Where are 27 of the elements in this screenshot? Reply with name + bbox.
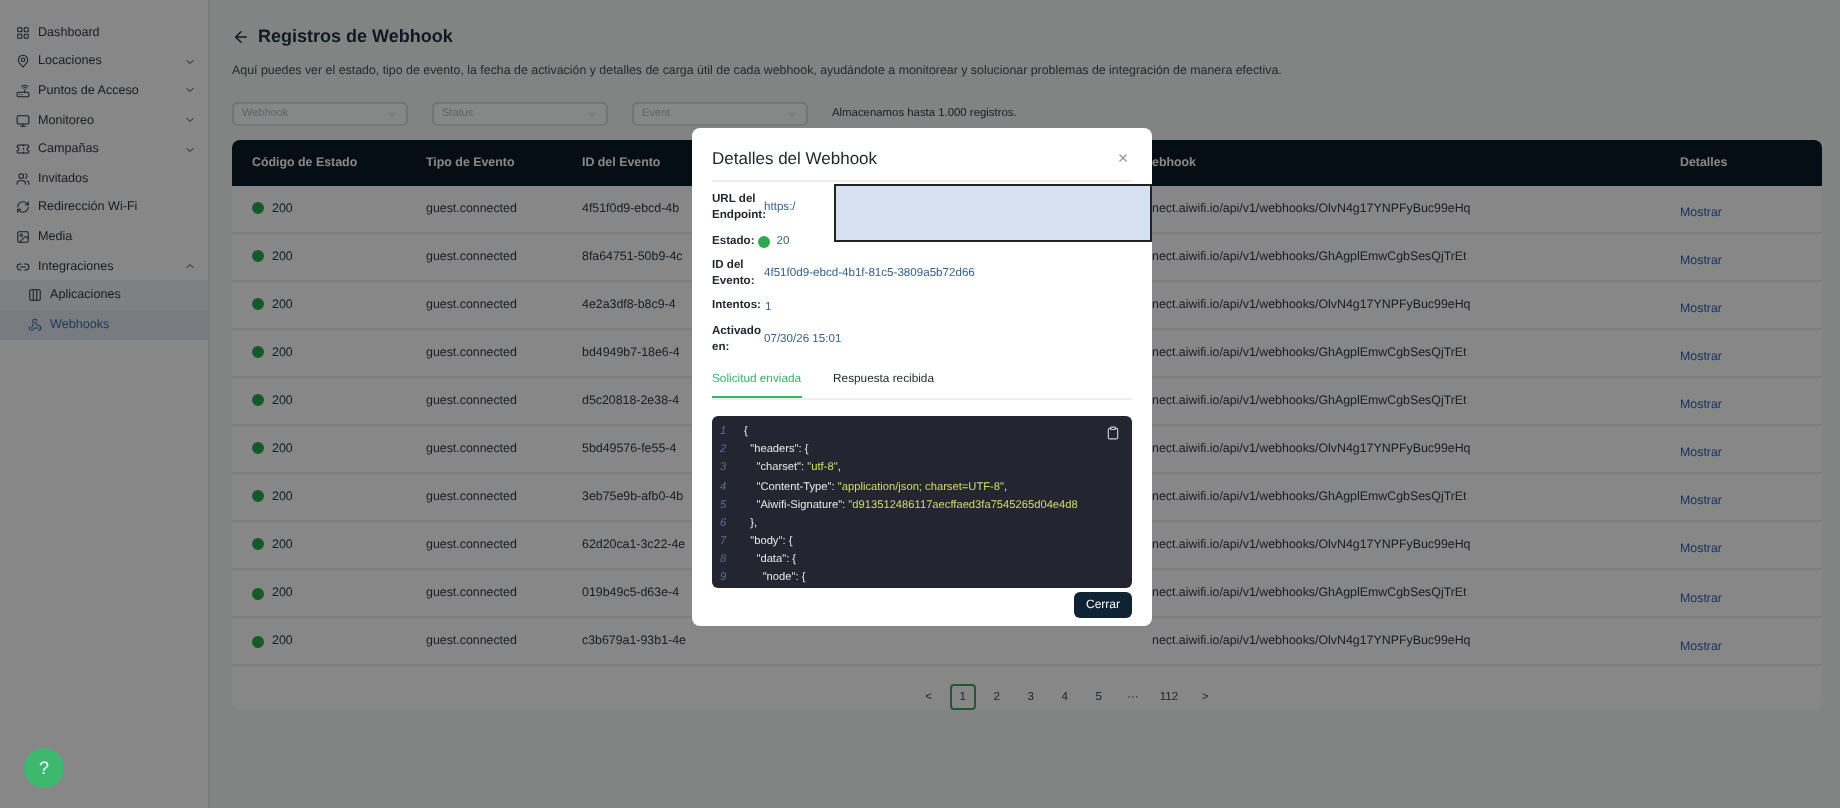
close-button[interactable]: × bbox=[1114, 149, 1132, 167]
modal-title: Detalles del Webhook bbox=[712, 148, 878, 168]
status-dot bbox=[252, 635, 264, 648]
status-dot bbox=[252, 250, 264, 263]
link-icon bbox=[16, 259, 30, 274]
monitor-icon bbox=[16, 113, 30, 128]
status-dot bbox=[252, 346, 264, 359]
status-dot bbox=[252, 490, 264, 503]
status-dot bbox=[758, 235, 771, 248]
image-icon bbox=[16, 229, 30, 244]
status-dot bbox=[252, 202, 264, 215]
columns-icon bbox=[28, 288, 42, 303]
status-dot bbox=[252, 298, 264, 311]
status-dot bbox=[252, 538, 264, 551]
users-icon bbox=[16, 171, 30, 186]
grid-icon bbox=[16, 25, 30, 40]
page-title: Registros de Webhook bbox=[258, 26, 453, 46]
status-dot bbox=[252, 587, 264, 599]
status-dot bbox=[252, 394, 264, 407]
status-dot bbox=[252, 442, 264, 455]
webhook-icon bbox=[28, 317, 42, 332]
router-icon bbox=[16, 83, 30, 98]
refresh-icon bbox=[16, 200, 30, 215]
ticket-icon bbox=[16, 142, 30, 157]
clipboard-icon[interactable] bbox=[1106, 426, 1120, 441]
pin-icon bbox=[16, 54, 30, 69]
back-arrow-icon[interactable] bbox=[232, 27, 250, 45]
